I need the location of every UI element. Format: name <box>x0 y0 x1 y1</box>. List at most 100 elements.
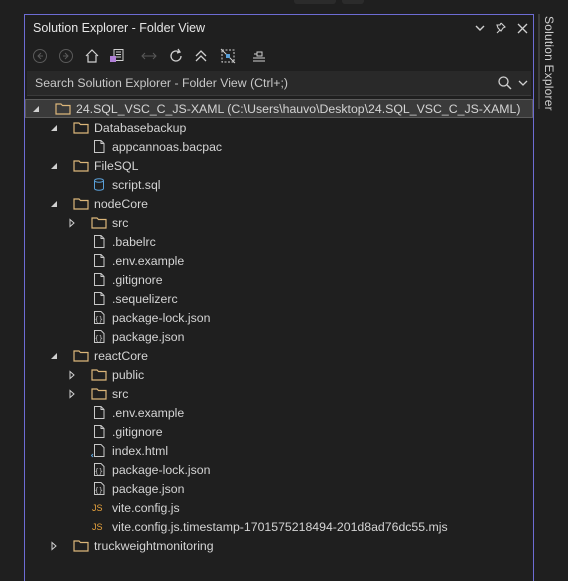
properties-button[interactable] <box>249 46 269 66</box>
side-tab-solution-explorer[interactable]: Solution Explorer <box>536 14 568 124</box>
tree-item-label: .gitignore <box>112 425 163 439</box>
top-strip <box>0 0 568 14</box>
close-icon <box>517 23 527 33</box>
json-file-icon: {} <box>91 329 107 344</box>
back-button[interactable] <box>30 46 50 66</box>
tree-item-label: index.html <box>112 444 169 458</box>
javascript-file-icon: JS <box>91 500 107 515</box>
file-icon <box>91 234 107 249</box>
tree-file-row[interactable]: {} package.json <box>25 327 533 346</box>
search-input[interactable]: Search Solution Explorer - Folder View (… <box>35 76 288 90</box>
tree-folder-row[interactable]: Databasebackup <box>25 118 533 137</box>
file-icon <box>91 405 107 420</box>
show-all-files-icon <box>220 48 236 64</box>
tree-item-label: src <box>112 387 129 401</box>
search-icon[interactable] <box>497 75 513 91</box>
expanded-arrow-icon[interactable] <box>49 198 59 208</box>
tree-folder-row[interactable]: FileSQL <box>25 156 533 175</box>
tree-file-row[interactable]: JS vite.config.js.timestamp-1701575218494… <box>25 517 533 536</box>
document-tab-stub[interactable] <box>294 0 336 4</box>
tree-item-label: package-lock.json <box>112 311 211 325</box>
html-file-icon <box>90 443 107 458</box>
collapsed-arrow-icon[interactable] <box>67 388 77 399</box>
tree-folder-row[interactable]: public <box>25 365 533 384</box>
expanded-arrow-icon[interactable] <box>31 103 41 113</box>
pin-button[interactable] <box>491 19 509 37</box>
tree-file-row[interactable]: .sequelizerc <box>25 289 533 308</box>
window-position-button[interactable] <box>471 19 489 37</box>
refresh-button[interactable] <box>166 46 186 66</box>
panel-title-bar: Solution Explorer - Folder View <box>25 15 533 41</box>
collapsed-arrow-icon[interactable] <box>67 217 77 228</box>
tree-file-row[interactable]: {} package.json <box>25 479 533 498</box>
json-file-icon: {} <box>91 462 107 477</box>
tree-item-label: package.json <box>112 482 185 496</box>
tree-file-row[interactable]: {} package-lock.json <box>25 308 533 327</box>
svg-text:JS: JS <box>92 503 103 513</box>
sync-button[interactable] <box>139 46 159 66</box>
search-box[interactable]: Search Solution Explorer - Folder View (… <box>27 71 531 96</box>
expanded-arrow-icon[interactable] <box>49 350 59 360</box>
expanded-arrow-icon[interactable] <box>49 122 59 132</box>
show-all-files-button[interactable] <box>218 46 238 66</box>
svg-text:{}: {} <box>95 487 103 495</box>
tree-item-label: .env.example <box>112 254 185 268</box>
tree-folder-row[interactable]: src <box>25 213 533 232</box>
tree-item-label: appcannoas.bacpac <box>112 140 223 154</box>
tree-folder-row[interactable]: nodeCore <box>25 194 533 213</box>
tree-item-label: .babelrc <box>112 235 156 249</box>
collapse-all-button[interactable] <box>191 46 211 66</box>
tree-file-row[interactable]: JS vite.config.js <box>25 498 533 517</box>
folder-icon <box>91 367 107 382</box>
home-icon <box>85 49 99 63</box>
sync-icon <box>141 52 157 60</box>
tree-item-label: vite.config.js <box>112 501 180 515</box>
forward-button[interactable] <box>56 46 76 66</box>
panel-title: Solution Explorer - Folder View <box>33 21 206 35</box>
file-icon <box>91 424 107 439</box>
tree-item-label: vite.config.js.timestamp-1701575218494-2… <box>112 520 448 534</box>
svg-text:{}: {} <box>95 468 103 476</box>
database-icon <box>91 177 107 192</box>
refresh-icon <box>170 48 182 62</box>
tree-item-label: truckweightmonitoring <box>94 539 214 553</box>
home-button[interactable] <box>82 46 102 66</box>
tree-file-row[interactable]: script.sql <box>25 175 533 194</box>
folder-icon <box>73 196 89 211</box>
tree-folder-row[interactable]: src <box>25 384 533 403</box>
collapse-all-icon <box>195 50 207 62</box>
file-icon <box>91 139 107 154</box>
folder-icon <box>73 120 89 135</box>
document-tab-stub[interactable] <box>342 0 364 4</box>
tree-file-row[interactable]: .env.example <box>25 251 533 270</box>
tree-file-row[interactable]: .gitignore <box>25 422 533 441</box>
tree-item-label: package.json <box>112 330 185 344</box>
expanded-arrow-icon[interactable] <box>49 160 59 170</box>
file-icon <box>91 253 107 268</box>
search-options-dropdown[interactable] <box>517 75 531 91</box>
tree-folder-row[interactable]: truckweightmonitoring <box>25 536 533 555</box>
solution-explorer-panel: Solution Explorer - Folder View Search S… <box>24 14 534 581</box>
tree-item-label: public <box>112 368 145 382</box>
properties-icon <box>253 51 265 62</box>
close-button[interactable] <box>513 19 531 37</box>
svg-text:{}: {} <box>95 316 103 324</box>
collapsed-arrow-icon[interactable] <box>67 369 77 380</box>
folder-icon <box>91 386 107 401</box>
tree-file-row[interactable]: index.html <box>25 441 533 460</box>
file-icon <box>91 291 107 306</box>
tree-folder-row[interactable]: 24.SQL_VSC_C_JS-XAML (C:\Users\hauvo\Des… <box>25 99 533 118</box>
tree-folder-row[interactable]: reactCore <box>25 346 533 365</box>
tree-file-row[interactable]: .gitignore <box>25 270 533 289</box>
tree-file-row[interactable]: {} package-lock.json <box>25 460 533 479</box>
json-file-icon: {} <box>91 481 107 496</box>
chevron-down-icon <box>475 25 485 31</box>
tree-file-row[interactable]: .babelrc <box>25 232 533 251</box>
tree-file-row[interactable]: appcannoas.bacpac <box>25 137 533 156</box>
collapsed-arrow-icon[interactable] <box>49 540 59 551</box>
pin-icon <box>496 22 506 34</box>
file-icon <box>91 272 107 287</box>
tree-file-row[interactable]: .env.example <box>25 403 533 422</box>
folder-icon <box>55 101 71 116</box>
switch-views-button[interactable] <box>107 46 127 66</box>
